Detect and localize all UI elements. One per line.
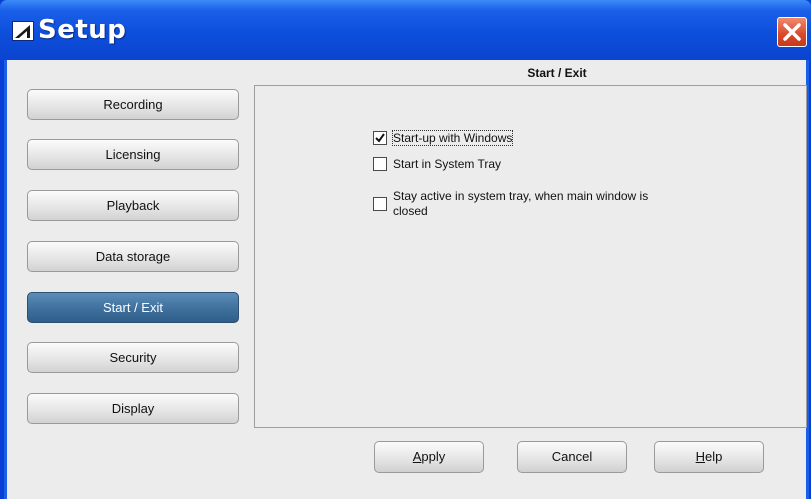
nav-start-exit-button[interactable]: Start / Exit <box>27 292 239 323</box>
client-area: Start / Exit Recording Licensing Playbac… <box>4 60 809 499</box>
nav-licensing-button[interactable]: Licensing <box>27 139 239 170</box>
apply-label: pply <box>421 449 446 464</box>
setup-window: Setup Start / Exit Recording Licensing P… <box>0 0 811 499</box>
help-mnemonic: H <box>695 449 706 464</box>
title-bar[interactable]: Setup <box>0 0 811 60</box>
startup-with-windows-label[interactable]: Start-up with Windows <box>391 130 514 146</box>
nav-recording-button[interactable]: Recording <box>27 89 239 120</box>
window-title: Setup <box>38 15 127 45</box>
close-icon <box>783 23 801 41</box>
checkmark-icon <box>375 133 385 143</box>
help-button[interactable]: Help <box>654 441 764 473</box>
close-button[interactable] <box>777 17 807 47</box>
section-title: Start / Exit <box>527 66 587 80</box>
nav-display-button[interactable]: Display <box>27 393 239 424</box>
start-in-tray-checkbox[interactable] <box>373 157 387 171</box>
stay-active-label-line2[interactable]: closed <box>393 204 428 218</box>
options-panel: Start-up with Windows Start in System Tr… <box>254 85 807 428</box>
startup-with-windows-checkbox[interactable] <box>373 131 387 145</box>
help-label: elp <box>705 449 723 464</box>
nav-security-button[interactable]: Security <box>27 342 239 373</box>
nav-data-storage-button[interactable]: Data storage <box>27 241 239 272</box>
apply-button[interactable]: Apply <box>374 441 484 473</box>
cancel-button[interactable]: Cancel <box>517 441 627 473</box>
nav-playback-button[interactable]: Playback <box>27 190 239 221</box>
stay-active-checkbox[interactable] <box>373 197 387 211</box>
setup-icon <box>12 21 34 41</box>
stay-active-label-line1[interactable]: Stay active in system tray, when main wi… <box>393 189 648 203</box>
start-in-tray-label[interactable]: Start in System Tray <box>393 157 501 171</box>
